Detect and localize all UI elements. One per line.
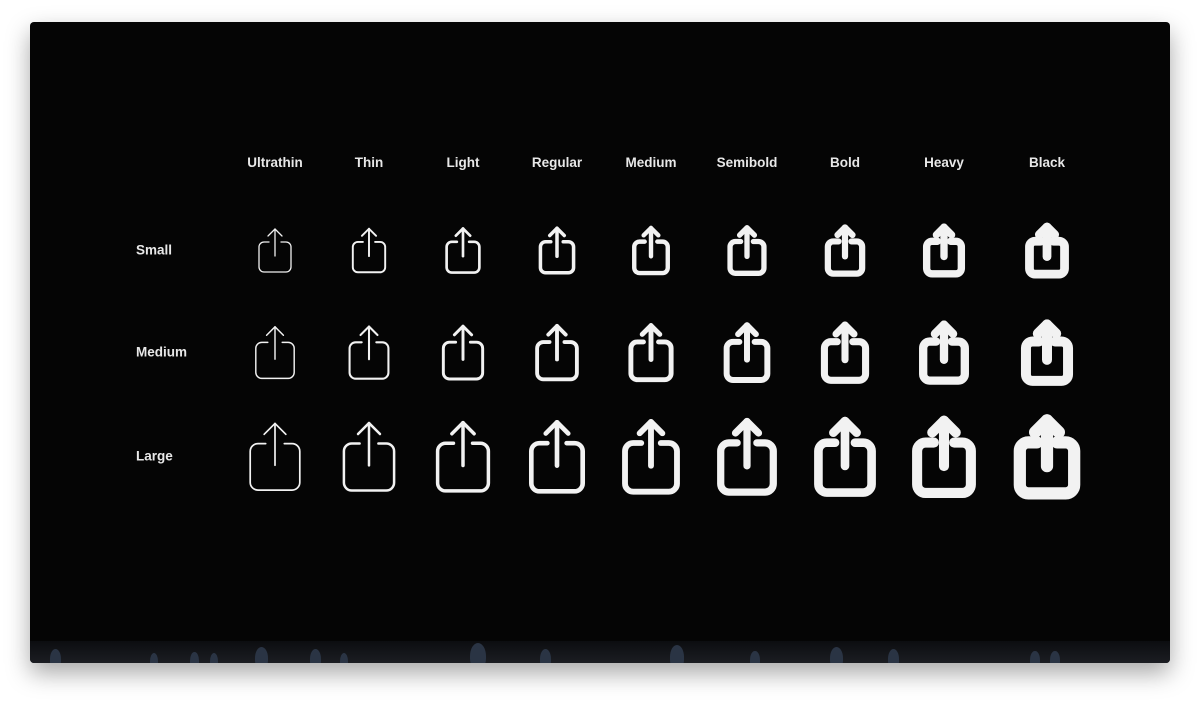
scale-label-small: Small <box>136 242 173 258</box>
audience-head <box>470 643 486 663</box>
square-and-arrow-up-icon <box>626 319 676 384</box>
square-and-arrow-up-icon <box>922 222 966 278</box>
weight-label-light: Light <box>446 155 480 170</box>
audience-stage <box>30 641 1170 663</box>
weight-label-semibold: Semibold <box>716 155 778 170</box>
square-and-arrow-up-icon <box>443 223 484 276</box>
weight-label-thin: Thin <box>354 155 384 170</box>
weight-label-medium: Medium <box>625 155 677 170</box>
square-and-arrow-up-icon <box>255 224 295 276</box>
scale-label-large: Large <box>136 448 173 464</box>
audience-head <box>540 649 552 663</box>
scale-label-medium: Medium <box>136 344 188 360</box>
square-and-arrow-up-icon <box>726 222 768 277</box>
square-and-arrow-up-icon <box>345 320 394 383</box>
audience-head <box>830 647 843 663</box>
audience-head <box>1050 651 1060 663</box>
square-and-arrow-up-icon <box>349 224 389 277</box>
audience-head <box>1030 651 1040 663</box>
weight-label-bold: Bold <box>830 155 860 170</box>
weight-label-heavy: Heavy <box>924 155 964 170</box>
square-and-arrow-up-icon <box>722 319 773 385</box>
square-and-arrow-up-icon <box>536 223 577 277</box>
square-and-arrow-up-icon <box>532 320 582 385</box>
square-and-arrow-up-icon <box>619 414 684 498</box>
square-and-arrow-up-icon <box>630 223 672 277</box>
square-and-arrow-up-icon <box>338 415 401 497</box>
weight-label-black: Black <box>1028 155 1066 170</box>
audience-head <box>190 652 199 663</box>
square-and-arrow-up-icon <box>819 319 870 386</box>
audience-head <box>50 649 62 663</box>
audience-head <box>310 649 322 663</box>
square-and-arrow-up-icon <box>525 414 589 498</box>
square-and-arrow-up-icon <box>812 413 878 499</box>
square-and-arrow-up-icon <box>251 321 299 383</box>
square-and-arrow-up-icon <box>1013 412 1081 500</box>
square-and-arrow-up-icon <box>910 412 977 499</box>
presentation-screen: Ultrathin Thin Light Regular Medium Semibold B… <box>30 22 1170 663</box>
square-and-arrow-up-icon <box>438 320 487 384</box>
square-and-arrow-up-icon <box>824 222 867 278</box>
square-and-arrow-up-icon <box>714 413 780 498</box>
audience-head <box>150 653 158 663</box>
audience-head <box>340 653 348 663</box>
audience-head <box>255 647 268 663</box>
square-and-arrow-up-icon <box>1020 318 1074 386</box>
audience-head <box>750 651 760 663</box>
square-and-arrow-up-icon <box>918 318 970 386</box>
weight-label-ultrathin: Ultrathin <box>247 155 303 170</box>
audience-head <box>670 645 685 663</box>
audience-head <box>210 653 218 663</box>
square-and-arrow-up-icon <box>1025 222 1069 279</box>
audience-head <box>888 649 900 663</box>
weight-label-regular: Regular <box>531 155 583 170</box>
square-and-arrow-up-icon <box>431 415 494 498</box>
square-and-arrow-up-icon <box>244 416 306 497</box>
